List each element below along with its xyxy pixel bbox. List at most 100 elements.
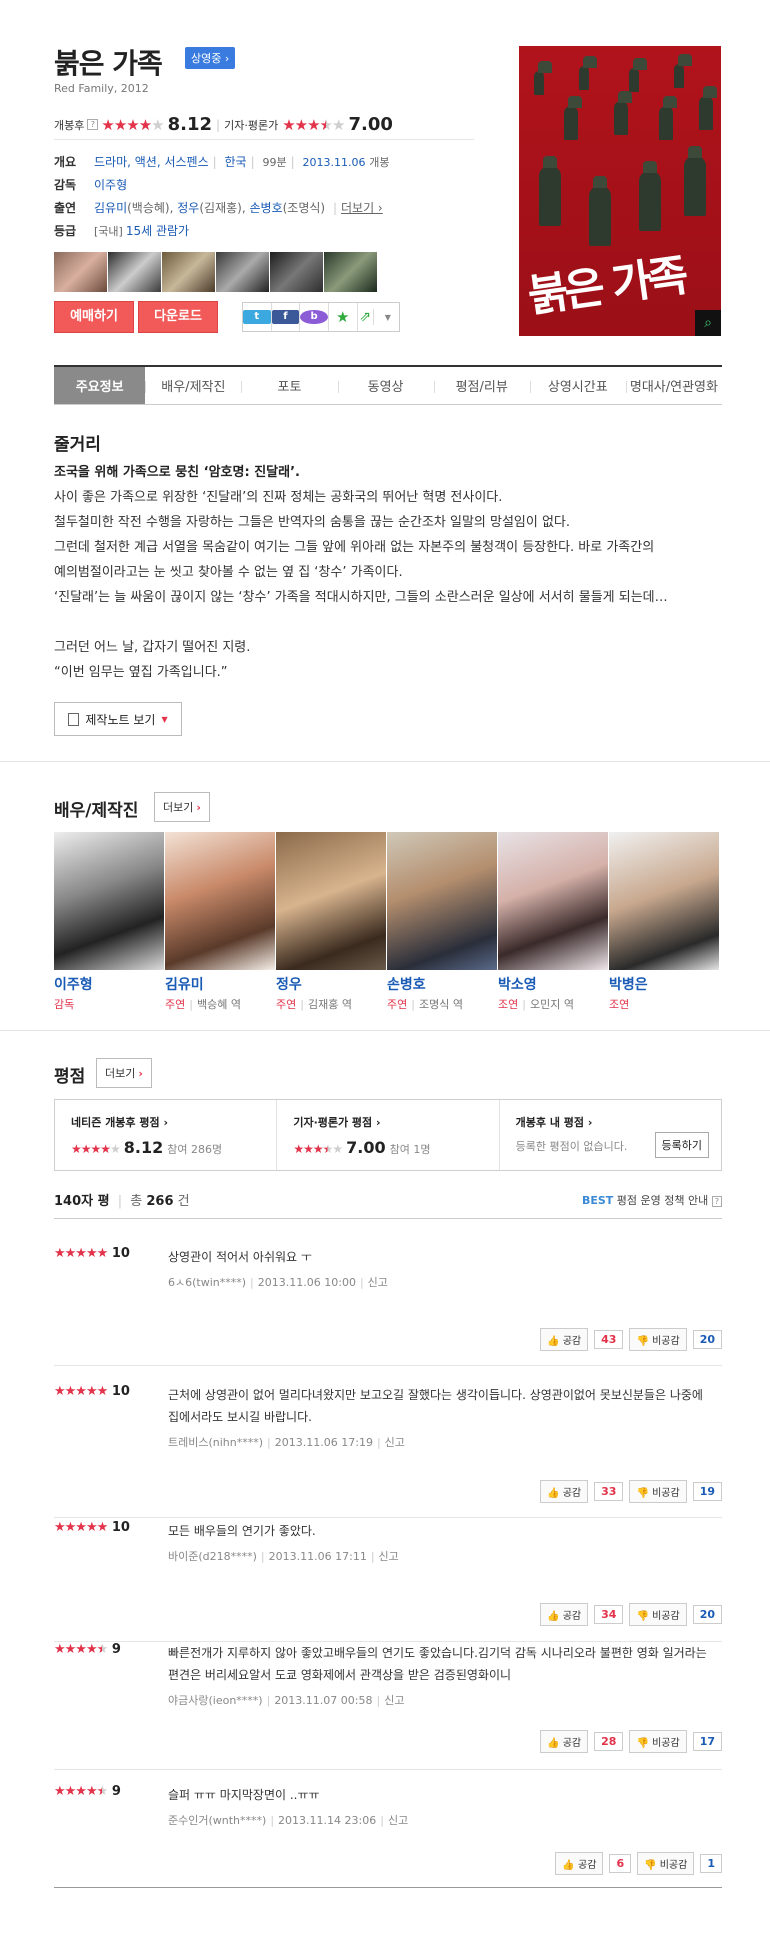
report-link[interactable]: 신고: [368, 1276, 388, 1289]
like-button[interactable]: 👍 공감: [555, 1852, 604, 1875]
cast-role-1: (백승혜),: [127, 201, 174, 215]
dislike-count: 20: [692, 1605, 722, 1624]
cast-member[interactable]: 박소영 조연 | 오민지 역: [498, 832, 609, 1012]
cast-link-2[interactable]: 정우: [177, 201, 199, 215]
tab-main-info[interactable]: 주요정보: [54, 367, 146, 404]
cast-name[interactable]: 박소영: [498, 974, 609, 993]
report-link[interactable]: 신고: [379, 1550, 399, 1563]
cast-photo[interactable]: [165, 832, 275, 970]
director-link[interactable]: 이주형: [94, 176, 127, 193]
report-link[interactable]: 신고: [388, 1814, 408, 1827]
review-author[interactable]: 준수인거(wnth****): [168, 1814, 266, 1827]
cast-member[interactable]: 손병호 주연 | 조명식 역: [387, 832, 498, 1012]
still-thumbnail[interactable]: [270, 252, 323, 292]
review-tab-label[interactable]: 140자 평: [54, 1194, 110, 1209]
still-thumbnail[interactable]: [162, 252, 215, 292]
cast-name[interactable]: 박병은: [609, 974, 720, 993]
cast-more-link[interactable]: 더보기 ›: [341, 201, 383, 215]
divider: |: [189, 998, 193, 1011]
dislike-button[interactable]: 👎 비공감: [629, 1480, 687, 1503]
star-icon: ★: [336, 308, 350, 326]
cast-photo[interactable]: [387, 832, 497, 970]
cast-more-button[interactable]: 더보기 ›: [154, 792, 210, 822]
tab-cast-crew[interactable]: 배우/제작진: [145, 367, 241, 404]
cast-member[interactable]: 박병은 조연: [609, 832, 720, 1012]
cast-member[interactable]: 김유미 주연 | 백승혜 역: [165, 832, 276, 1012]
still-thumbnail[interactable]: [108, 252, 161, 292]
like-button[interactable]: 👍 공감: [540, 1480, 589, 1503]
divider: |: [250, 155, 255, 169]
cast-role: 주연 | 조명식 역: [387, 996, 498, 1012]
dislike-button[interactable]: 👎 비공감: [629, 1328, 687, 1351]
review-date: 2013.11.07 00:58: [274, 1694, 373, 1707]
dislike-button[interactable]: 👎 비공감: [637, 1852, 695, 1875]
critic-rating-title[interactable]: 기자·평론가 평점 ›: [293, 1114, 482, 1130]
my-rating-title[interactable]: 개봉후 내 평점 ›: [516, 1114, 705, 1130]
facebook-share[interactable]: f: [271, 303, 301, 331]
download-button[interactable]: 다운로드: [138, 301, 218, 333]
tab-photos[interactable]: 포토: [241, 367, 337, 404]
still-thumbnail[interactable]: [216, 252, 269, 292]
grade-link[interactable]: 15세 관람가: [126, 222, 189, 239]
share-bar: t f b ★ ⇗ ▼: [242, 302, 400, 332]
still-thumbnail[interactable]: [54, 252, 107, 292]
production-note-button[interactable]: 제작노트 보기 ▼: [54, 702, 182, 736]
still-thumbnail[interactable]: [324, 252, 377, 292]
cast-photo[interactable]: [609, 832, 719, 970]
vote-buttons: 👍 공감 28 👎 비공감 17: [540, 1730, 722, 1753]
review-author[interactable]: 바이준(d218****): [168, 1550, 257, 1563]
now-showing-badge[interactable]: 상영중 ›: [185, 47, 236, 69]
like-button[interactable]: 👍 공감: [540, 1603, 589, 1626]
dislike-label: 비공감: [652, 1336, 680, 1347]
like-button[interactable]: 👍 공감: [540, 1730, 589, 1753]
favorite-share[interactable]: ★: [329, 303, 358, 331]
movie-poster[interactable]: 붉은 가족 ⌕: [519, 46, 721, 336]
cast-photo[interactable]: [276, 832, 386, 970]
cast-name[interactable]: 손병호: [387, 974, 498, 993]
dislike-button[interactable]: 👎 비공감: [629, 1730, 687, 1753]
cast-role: 주연 | 김재홍 역: [276, 996, 387, 1012]
policy-link[interactable]: BEST 평점 운영 정책 안내 ?: [582, 1192, 722, 1208]
more-share[interactable]: ⇗ ▼: [358, 303, 399, 331]
netizen-rating-cell: 네티즌 개봉후 평점 › ★★★★★ 8.12 참여 286명: [55, 1100, 276, 1170]
ratings-more-button[interactable]: 더보기 ›: [96, 1058, 152, 1088]
synopsis-lead: 조국을 위해 가족으로 뭉친 ‘암호명: 진달래’.: [54, 465, 300, 480]
cast-photo[interactable]: [498, 832, 608, 970]
cast-name[interactable]: 이주형: [54, 974, 165, 993]
cast-link-1[interactable]: 김유미: [94, 201, 127, 215]
thumbs-down-icon: 👎: [636, 1336, 649, 1347]
tab-reviews[interactable]: 평점/리뷰: [433, 367, 530, 404]
cast-member[interactable]: 정우 주연 | 김재홍 역: [276, 832, 387, 1012]
cast-link-3[interactable]: 손병호: [250, 201, 283, 215]
report-link[interactable]: 신고: [384, 1694, 404, 1707]
review-author[interactable]: 트레비스(nihn****): [168, 1436, 263, 1449]
buy-ticket-button[interactable]: 예매하기: [54, 301, 134, 333]
cast-member[interactable]: 이주형 감독: [54, 832, 165, 1012]
register-rating-button[interactable]: 등록하기: [654, 1132, 709, 1158]
tab-quotes-related[interactable]: 명대사/연관영화: [625, 367, 722, 404]
cast-photo[interactable]: [54, 832, 164, 970]
divider: |: [380, 1814, 384, 1827]
twitter-share[interactable]: t: [243, 303, 272, 331]
cast-name[interactable]: 정우: [276, 974, 387, 993]
critic-count: 참여 1명: [389, 1143, 431, 1156]
report-link[interactable]: 신고: [385, 1436, 405, 1449]
like-button[interactable]: 👍 공감: [540, 1328, 589, 1351]
help-icon[interactable]: ?: [87, 119, 99, 130]
tab-showtimes[interactable]: 상영시간표: [529, 367, 626, 404]
review-text: 모든 배우들의 연기가 좋았다.: [168, 1524, 316, 1538]
tab-videos[interactable]: 동영상: [337, 367, 434, 404]
country-link[interactable]: 한국: [225, 155, 247, 169]
netizen-rating-title[interactable]: 네티즌 개봉후 평점 ›: [71, 1114, 260, 1130]
cast-name[interactable]: 김유미: [165, 974, 276, 993]
netizen-score: 8.12: [123, 1138, 164, 1157]
genre-link[interactable]: 드라마, 액션, 서스펜스: [94, 155, 209, 169]
review-author[interactable]: 야금사랑(ieon****): [168, 1694, 263, 1707]
review-date: 2013.11.14 23:06: [278, 1814, 377, 1827]
review-author[interactable]: 6ㅅ6(twin****): [168, 1276, 246, 1289]
dislike-button[interactable]: 👎 비공감: [629, 1603, 687, 1626]
band-share[interactable]: b: [300, 303, 329, 331]
magnifier-icon[interactable]: ⌕: [695, 310, 721, 336]
release-date-link[interactable]: 2013.11.06: [302, 156, 365, 169]
cast-role-3: (조명식): [282, 201, 326, 215]
